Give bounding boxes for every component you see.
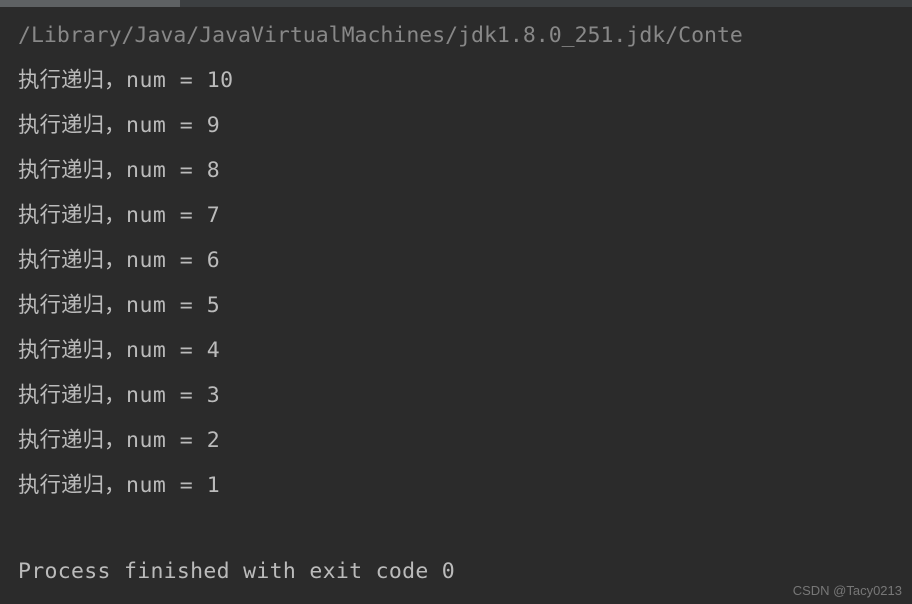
output-separator: ， — [104, 203, 126, 227]
output-variable: num = 4 — [126, 338, 220, 363]
output-variable: num = 9 — [126, 113, 220, 138]
watermark: CSDN @Tacy0213 — [793, 583, 902, 598]
output-prefix: 执行递归 — [18, 158, 104, 182]
output-line: 执行递归，num = 10 — [18, 58, 912, 103]
output-prefix: 执行递归 — [18, 473, 104, 497]
output-line: 执行递归，num = 6 — [18, 238, 912, 283]
output-line: 执行递归，num = 4 — [18, 328, 912, 373]
output-prefix: 执行递归 — [18, 383, 104, 407]
output-separator: ， — [104, 293, 126, 317]
horizontal-scrollbar-track[interactable] — [0, 0, 912, 7]
output-separator: ， — [104, 158, 126, 182]
output-line: 执行递归，num = 7 — [18, 193, 912, 238]
command-path: /Library/Java/JavaVirtualMachines/jdk1.8… — [18, 14, 912, 58]
output-variable: num = 7 — [126, 203, 220, 228]
output-separator: ， — [104, 68, 126, 92]
horizontal-scrollbar-thumb[interactable] — [0, 0, 180, 7]
output-prefix: 执行递归 — [18, 203, 104, 227]
console-output: /Library/Java/JavaVirtualMachines/jdk1.8… — [0, 0, 912, 594]
output-variable: num = 6 — [126, 248, 220, 273]
output-prefix: 执行递归 — [18, 113, 104, 137]
output-variable: num = 1 — [126, 473, 220, 498]
output-separator: ， — [104, 473, 126, 497]
output-line: 执行递归，num = 2 — [18, 418, 912, 463]
output-line: 执行递归，num = 1 — [18, 463, 912, 508]
output-prefix: 执行递归 — [18, 428, 104, 452]
output-line: 执行递归，num = 8 — [18, 148, 912, 193]
output-prefix: 执行递归 — [18, 293, 104, 317]
output-separator: ， — [104, 428, 126, 452]
output-variable: num = 5 — [126, 293, 220, 318]
output-separator: ， — [104, 248, 126, 272]
output-variable: num = 8 — [126, 158, 220, 183]
output-separator: ， — [104, 338, 126, 362]
output-line: 执行递归，num = 5 — [18, 283, 912, 328]
output-variable: num = 2 — [126, 428, 220, 453]
exit-message: Process finished with exit code 0 — [18, 550, 912, 594]
output-line: 执行递归，num = 3 — [18, 373, 912, 418]
output-separator: ， — [104, 383, 126, 407]
output-prefix: 执行递归 — [18, 248, 104, 272]
output-variable: num = 3 — [126, 383, 220, 408]
output-prefix: 执行递归 — [18, 68, 104, 92]
output-prefix: 执行递归 — [18, 338, 104, 362]
output-separator: ， — [104, 113, 126, 137]
output-variable: num = 10 — [126, 68, 234, 93]
output-line: 执行递归，num = 9 — [18, 103, 912, 148]
